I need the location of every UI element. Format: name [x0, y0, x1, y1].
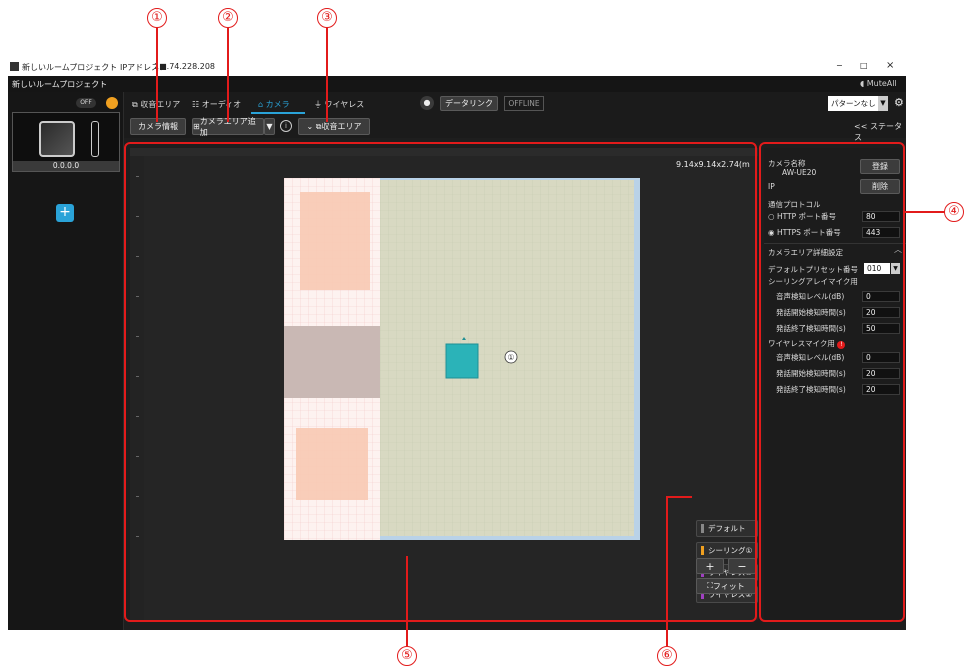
sound-area-label: 収音エリア [321, 122, 362, 131]
sound-area-button[interactable]: ⌄ ⧉ 収音エリア [298, 118, 370, 135]
chevron-down-icon: ⌄ ⧉ [306, 121, 322, 131]
datalink-button[interactable]: データリンク [440, 96, 498, 111]
callout-2: ② [218, 8, 238, 28]
wireless-mic-icon [91, 121, 99, 157]
add-camera-area-label: カメラエリア追加 [199, 116, 256, 137]
app-logo-icon [10, 62, 19, 71]
eye-icon[interactable] [106, 97, 118, 109]
active-tab-indicator [251, 112, 305, 114]
wireless-icon: ⏚ [314, 100, 322, 109]
mute-all-button[interactable]: ◖ MuteAll [860, 79, 897, 88]
camera-info-button[interactable]: カメラ情報 [130, 118, 186, 135]
connection-status: OFFLINE [504, 96, 544, 111]
mute-all-label: MuteAll [866, 79, 897, 88]
leader-line-6-h [666, 496, 692, 498]
toolbar: カメラ情報 ⊞ カメラエリア追加 ▼ i ⌄ ⧉ 収音エリア << ステータス [124, 116, 906, 142]
mute-icon: ◖ [860, 79, 865, 88]
callout-5: ⑤ [397, 646, 417, 666]
callout-4: ④ [944, 202, 964, 222]
ip-value: 1■.74.228.208 [154, 62, 215, 71]
info-icon[interactable]: i [280, 120, 292, 132]
annotation-box-canvas [124, 142, 757, 622]
leader-line-6 [666, 496, 668, 646]
add-area-dropdown[interactable]: ▼ [264, 118, 275, 135]
close-button[interactable]: × [886, 60, 894, 71]
project-name: 新しいルームプロジェクト [12, 80, 108, 89]
leader-line-2 [227, 28, 229, 122]
tab-sound-area-label: 収音エリア [140, 100, 181, 109]
device-ip: 0.0.0.0 [13, 161, 119, 171]
minimize-button[interactable]: − [836, 61, 843, 70]
tab-bar: ⧉ 収音エリア ☷ オーディオ ⌂ カメラ ⏚ ワイヤレス ● データリンク O… [124, 92, 906, 116]
gear-icon[interactable]: ⚙ [894, 96, 904, 109]
datalink-label: データリンク [445, 99, 493, 108]
leader-line-4 [905, 211, 945, 213]
tab-audio-label: オーディオ [201, 100, 242, 109]
tab-wireless[interactable]: ⏚ ワイヤレス [314, 99, 364, 110]
leader-line-1 [156, 28, 158, 122]
camera-icon: ⌂ [258, 100, 264, 109]
chevron-down-icon[interactable]: ▼ [878, 96, 888, 111]
maximize-button[interactable]: □ [860, 61, 868, 70]
power-toggle[interactable]: OFF [76, 98, 96, 108]
add-device-button[interactable]: + [56, 204, 74, 222]
audio-icon: ☷ [192, 100, 200, 109]
left-panel: OFF 0.0.0.0 + [8, 92, 124, 630]
status-toggle-button[interactable]: << ステータス [854, 121, 906, 143]
leader-line-5 [406, 556, 408, 646]
device-card[interactable]: 0.0.0.0 [12, 112, 120, 172]
callout-3: ③ [317, 8, 337, 28]
window-title: 新しいルームプロジェクト [22, 63, 118, 72]
project-bar: 新しいルームプロジェクト ◖ MuteAll [8, 76, 906, 92]
title-bar: 新しいルームプロジェクト IPアドレス： 1■.74.228.208 − □ × [8, 58, 906, 76]
tab-audio[interactable]: ☷ オーディオ [192, 99, 241, 110]
mic-icon[interactable]: ● [420, 96, 434, 110]
tab-camera[interactable]: ⌂ カメラ [258, 99, 290, 110]
tab-camera-label: カメラ [265, 100, 290, 109]
add-area-icon: ⊞ [193, 122, 200, 131]
pattern-select[interactable]: パターンなし [828, 96, 878, 111]
callout-6: ⑥ [657, 646, 677, 666]
ceiling-mic-icon [39, 121, 75, 157]
annotation-box-settings [759, 142, 905, 622]
callout-1: ① [147, 8, 167, 28]
leader-line-3 [326, 28, 328, 122]
tab-wireless-label: ワイヤレス [324, 100, 365, 109]
sound-area-icon: ⧉ [132, 100, 138, 109]
